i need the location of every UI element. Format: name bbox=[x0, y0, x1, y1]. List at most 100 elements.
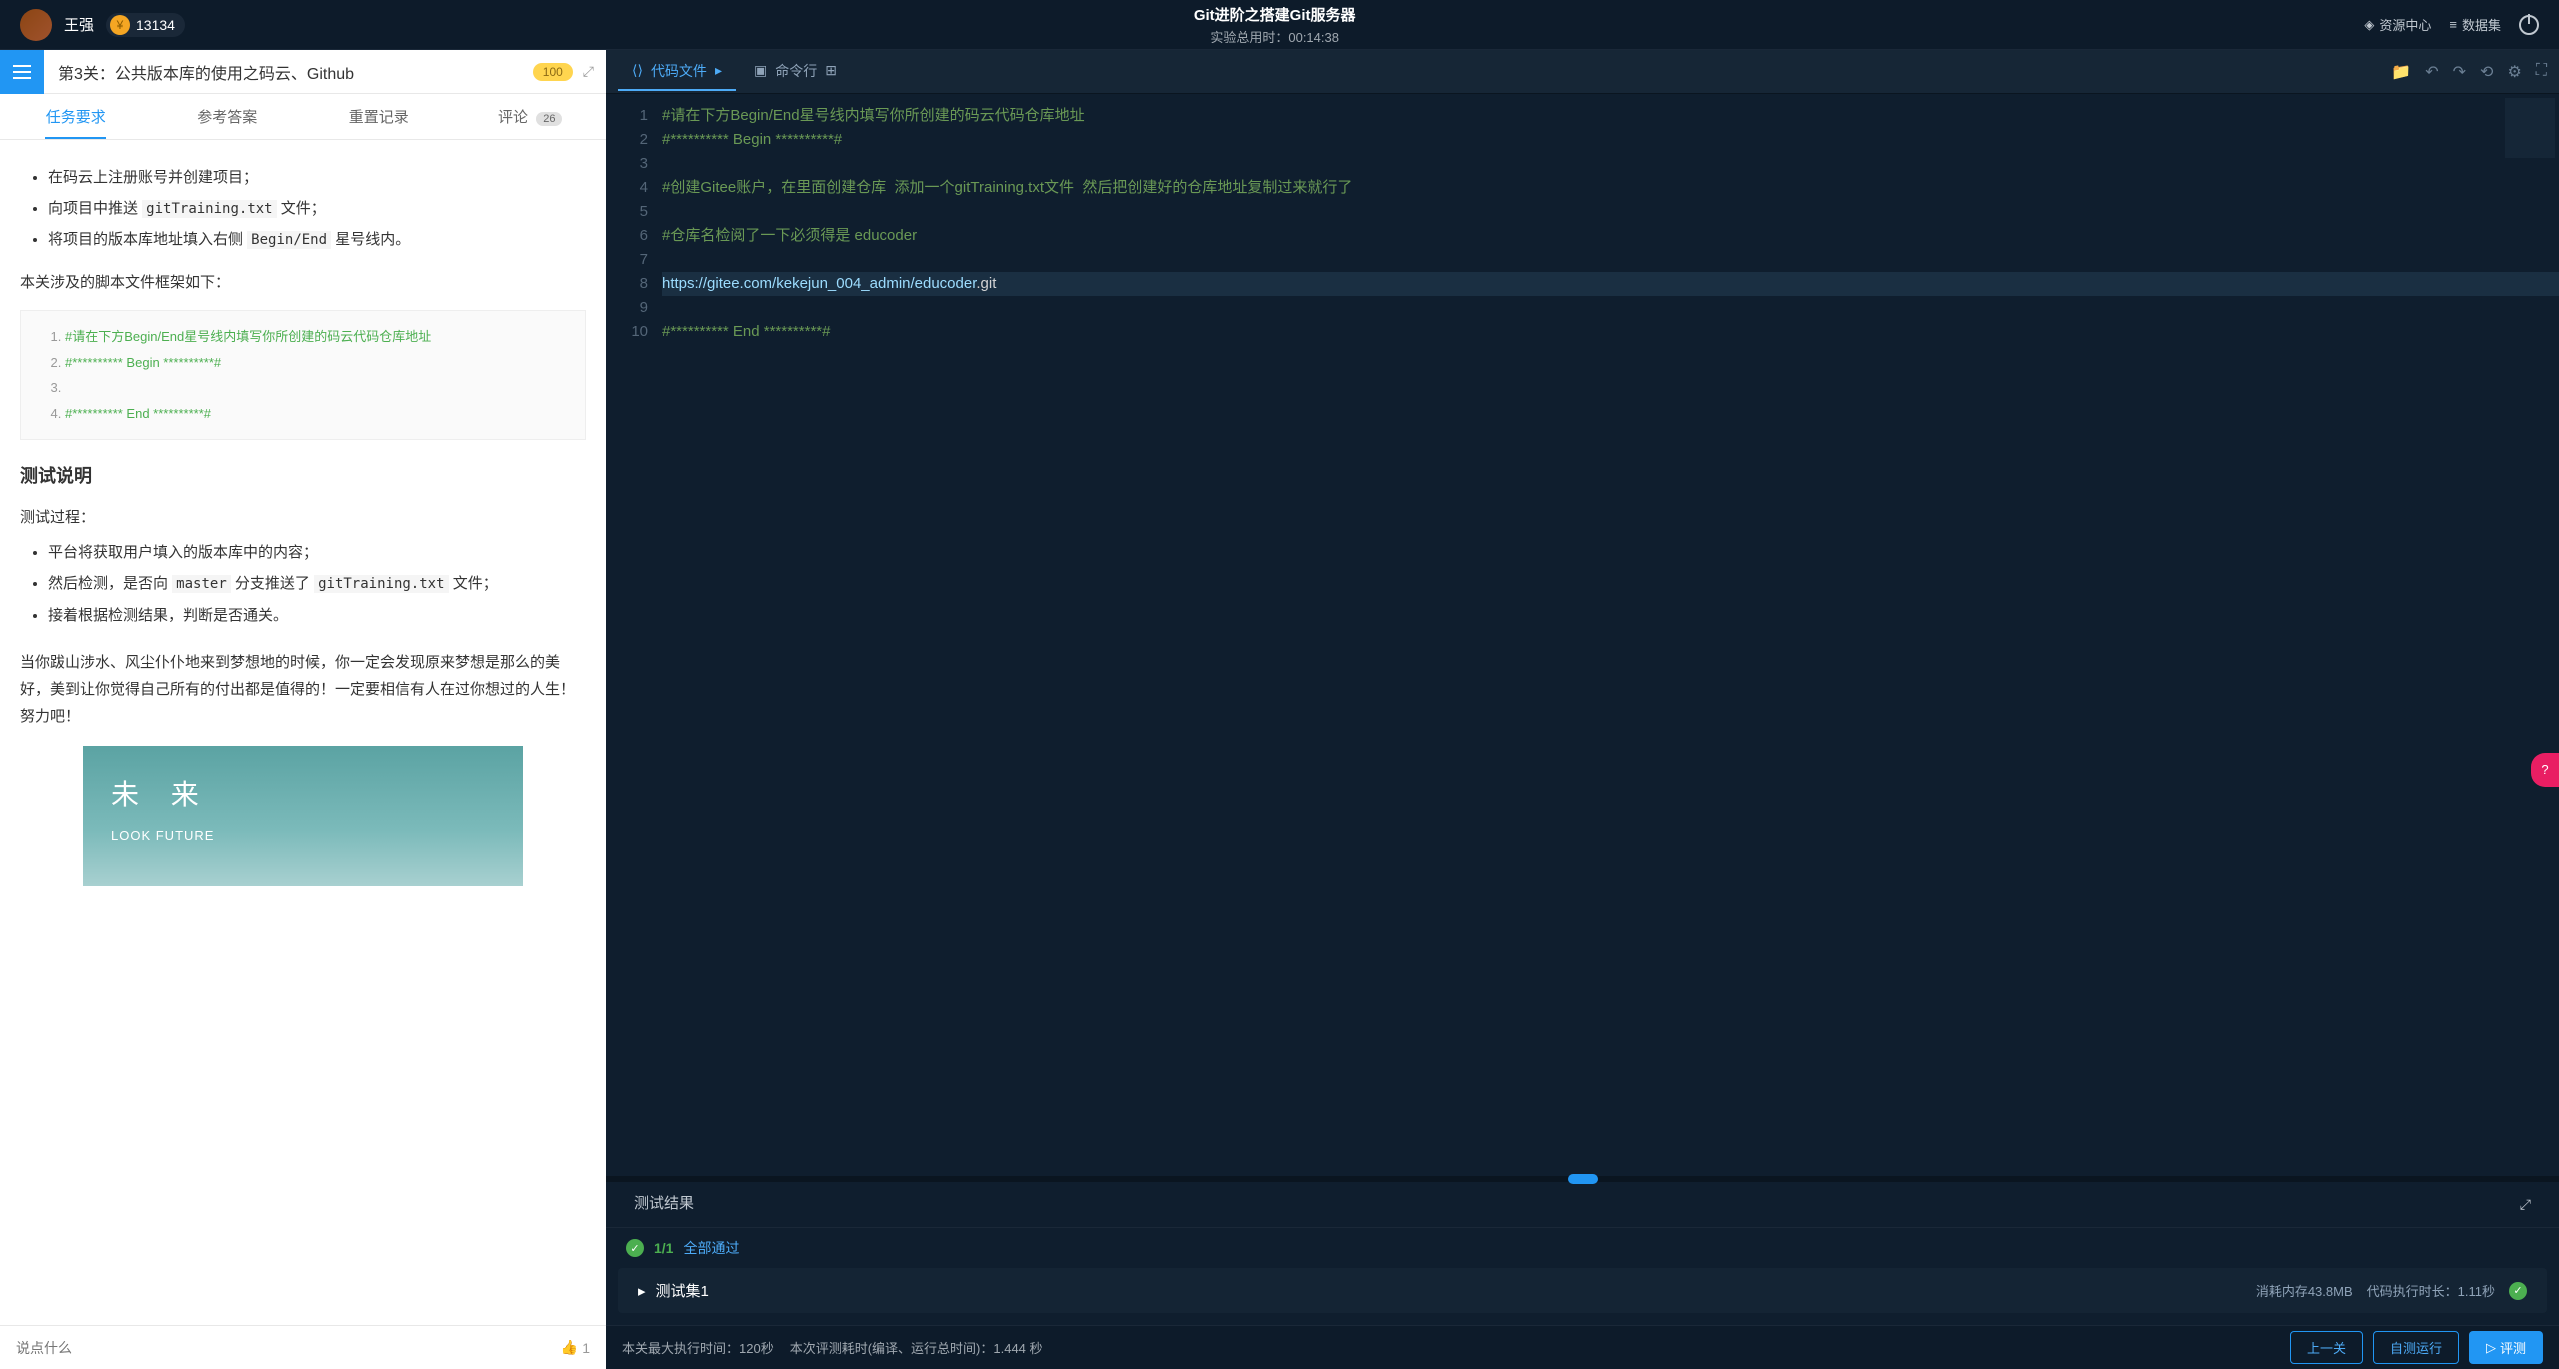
like-count: 1 bbox=[582, 1340, 590, 1356]
top-bar: 王强 ¥ 13134 Git进阶之搭建Git服务器 实验总用时：00:14:38… bbox=[0, 0, 2559, 50]
fullscreen-icon[interactable]: ⛶ bbox=[2536, 62, 2547, 82]
tab-comment-label: 评论 bbox=[498, 109, 528, 126]
list-item: 将项目的版本库地址填入右侧 Begin/End 星号线内。 bbox=[48, 226, 586, 253]
evaluate-button[interactable]: ▷ 评测 bbox=[2469, 1331, 2543, 1364]
folder-icon[interactable]: 📁 bbox=[2391, 62, 2411, 82]
task-content[interactable]: 在码云上注册账号并创建项目； 向项目中推送 gitTraining.txt 文件… bbox=[0, 140, 606, 1325]
refresh-icon[interactable]: ⟲ bbox=[2480, 62, 2493, 82]
check-icon: ✓ bbox=[626, 1239, 644, 1257]
tab-task[interactable]: 任务要求 bbox=[0, 94, 152, 139]
max-time: 本关最大执行时间：120秒 bbox=[622, 1338, 774, 1357]
eval-time: 本次评测耗时(编译、运行总时间)：1.444 秒 bbox=[790, 1338, 1043, 1357]
thumbs-up-icon: 👍 bbox=[561, 1339, 578, 1356]
cube-icon: ◈ bbox=[2364, 17, 2374, 33]
coin-badge[interactable]: ¥ 13134 bbox=[106, 13, 185, 37]
tab-code-file-label: 代码文件 bbox=[651, 61, 707, 81]
comment-input[interactable] bbox=[16, 1340, 551, 1356]
list-item: 然后检测，是否向 master 分支推送了 gitTraining.txt 文件… bbox=[48, 570, 586, 597]
comment-count-badge: 26 bbox=[536, 112, 562, 126]
pass-count: 1/1 bbox=[654, 1240, 673, 1256]
main: 第3关：公共版本库的使用之码云、Github 100 ⤢ 任务要求 参考答案 重… bbox=[0, 50, 2559, 1369]
list-item: 平台将获取用户填入的版本库中的内容； bbox=[48, 539, 586, 566]
results-header: 测试结果 ⤢ bbox=[606, 1182, 2559, 1228]
like-button[interactable]: 👍 1 bbox=[561, 1339, 590, 1356]
test-set-label: 测试集1 bbox=[656, 1280, 709, 1301]
resize-handle[interactable] bbox=[606, 1176, 2559, 1182]
list-item: 向项目中推送 gitTraining.txt 文件； bbox=[48, 195, 586, 222]
level-header: 第3关：公共版本库的使用之码云、Github 100 ⤢ bbox=[0, 50, 606, 94]
resource-center-link[interactable]: ◈ 资源中心 bbox=[2364, 15, 2431, 34]
dataset-label: 数据集 bbox=[2462, 15, 2501, 34]
left-panel: 第3关：公共版本库的使用之码云、Github 100 ⤢ 任务要求 参考答案 重… bbox=[0, 50, 606, 1369]
tab-terminal-label: 命令行 bbox=[775, 61, 817, 81]
code-editor[interactable]: 12345678910 #请在下方Begin/End星号线内填写你所创建的码云代… bbox=[606, 94, 2559, 1176]
tab-comment[interactable]: 评论 26 bbox=[455, 94, 607, 139]
username: 王强 bbox=[64, 14, 94, 35]
task-list: 在码云上注册账号并创建项目； 向项目中推送 gitTraining.txt 文件… bbox=[20, 164, 586, 253]
minimap[interactable] bbox=[2505, 98, 2555, 158]
framework-intro: 本关涉及的脚本文件框架如下： bbox=[20, 269, 586, 296]
chevron-right-icon: ▸ bbox=[638, 1282, 646, 1300]
code-framework: #请在下方Begin/End星号线内填写你所创建的码云代码仓库地址 #*****… bbox=[20, 310, 586, 440]
list-item: 接着根据检测结果，判断是否通关。 bbox=[48, 602, 586, 629]
tab-terminal[interactable]: ▣ 命令行 ⊞ bbox=[740, 53, 851, 91]
bottom-left: 本关最大执行时间：120秒 本次评测耗时(编译、运行总时间)：1.444 秒 bbox=[622, 1338, 1043, 1357]
editor-toolbar: 📁 ↶ ↷ ⟲ ⚙ ⛶ bbox=[2391, 62, 2547, 82]
test-process-label: 测试过程： bbox=[20, 504, 586, 531]
top-bar-left: 王强 ¥ 13134 bbox=[20, 9, 185, 41]
power-icon[interactable] bbox=[2519, 15, 2539, 35]
illustration: 未 来 LOOK FUTURE bbox=[83, 746, 523, 886]
right-panel: ⟨⟩ 代码文件 ▸ ▣ 命令行 ⊞ 📁 ↶ ↷ ⟲ ⚙ ⛶ bbox=[606, 50, 2559, 1369]
exec-time: 代码执行时长：1.11秒 bbox=[2367, 1281, 2495, 1300]
gear-icon[interactable]: ⚙ bbox=[2507, 62, 2521, 82]
elapsed-time: 实验总用时：00:14:38 bbox=[185, 27, 2364, 46]
dataset-link[interactable]: ≡ 数据集 bbox=[2449, 15, 2501, 34]
top-bar-center: Git进阶之搭建Git服务器 实验总用时：00:14:38 bbox=[185, 4, 2364, 46]
tab-reset[interactable]: 重置记录 bbox=[303, 94, 455, 139]
illustration-text: 未 来 LOOK FUTURE bbox=[111, 770, 214, 848]
code-icon: ⟨⟩ bbox=[632, 62, 643, 79]
top-bar-right: ◈ 资源中心 ≡ 数据集 bbox=[2364, 15, 2539, 35]
page-title: Git进阶之搭建Git服务器 bbox=[185, 4, 2364, 25]
mem-usage: 消耗内存43.8MB bbox=[2256, 1281, 2353, 1300]
editor-tabs-left: ⟨⟩ 代码文件 ▸ ▣ 命令行 ⊞ bbox=[618, 53, 851, 91]
play-icon: ▷ bbox=[2486, 1340, 2496, 1356]
bottom-bar: 本关最大执行时间：120秒 本次评测耗时(编译、运行总时间)：1.444 秒 上… bbox=[606, 1325, 2559, 1369]
results-panel: 测试结果 ⤢ ✓ 1/1 全部通过 ▸ 测试集1 消耗内存43.8MB 代码执行… bbox=[606, 1182, 2559, 1325]
terminal-icon: ▣ bbox=[754, 62, 767, 79]
test-heading: 测试说明 bbox=[20, 460, 586, 492]
chevron-right-icon: ▸ bbox=[715, 62, 722, 79]
score-badge: 100 bbox=[533, 63, 573, 81]
tab-code-file[interactable]: ⟨⟩ 代码文件 ▸ bbox=[618, 53, 736, 91]
menu-button[interactable] bbox=[0, 50, 44, 94]
level-title: 第3关：公共版本库的使用之码云、Github bbox=[44, 60, 533, 84]
layers-icon: ≡ bbox=[2449, 17, 2457, 32]
test-list: 平台将获取用户填入的版本库中的内容； 然后检测，是否向 master 分支推送了… bbox=[20, 539, 586, 628]
all-pass-label: 全部通过 bbox=[683, 1238, 739, 1258]
list-item: 在码云上注册账号并创建项目； bbox=[48, 164, 586, 191]
expand-results-icon[interactable]: ⤢ bbox=[2520, 1196, 2531, 1213]
hamburger-icon bbox=[13, 65, 31, 79]
tab-answer[interactable]: 参考答案 bbox=[152, 94, 304, 139]
help-fab[interactable]: ? bbox=[2531, 753, 2559, 787]
comment-bar: 👍 1 bbox=[0, 1325, 606, 1369]
code-area[interactable]: #请在下方Begin/End星号线内填写你所创建的码云代码仓库地址 #*****… bbox=[662, 94, 2559, 1176]
resource-center-label: 资源中心 bbox=[2379, 15, 2431, 34]
elapsed-value: 00:14:38 bbox=[1288, 30, 1339, 45]
elapsed-label: 实验总用时： bbox=[1210, 30, 1288, 45]
expand-icon[interactable]: ⤢ bbox=[583, 63, 594, 80]
prev-button[interactable]: 上一关 bbox=[2290, 1331, 2363, 1364]
self-run-button[interactable]: 自测运行 bbox=[2373, 1331, 2459, 1364]
line-gutter: 12345678910 bbox=[606, 94, 662, 1176]
test-set-right: 消耗内存43.8MB 代码执行时长：1.11秒 ✓ bbox=[2256, 1281, 2527, 1300]
plus-box-icon: ⊞ bbox=[825, 62, 837, 79]
test-set-left: ▸ 测试集1 bbox=[638, 1280, 709, 1301]
check-icon: ✓ bbox=[2509, 1282, 2527, 1300]
redo-icon[interactable]: ↷ bbox=[2453, 62, 2466, 82]
test-set-row[interactable]: ▸ 测试集1 消耗内存43.8MB 代码执行时长：1.11秒 ✓ bbox=[618, 1268, 2547, 1313]
undo-icon[interactable]: ↶ bbox=[2425, 62, 2438, 82]
content-tabs: 任务要求 参考答案 重置记录 评论 26 bbox=[0, 94, 606, 140]
avatar[interactable] bbox=[20, 9, 52, 41]
evaluate-label: 评测 bbox=[2500, 1338, 2526, 1357]
results-title: 测试结果 bbox=[634, 1192, 694, 1217]
